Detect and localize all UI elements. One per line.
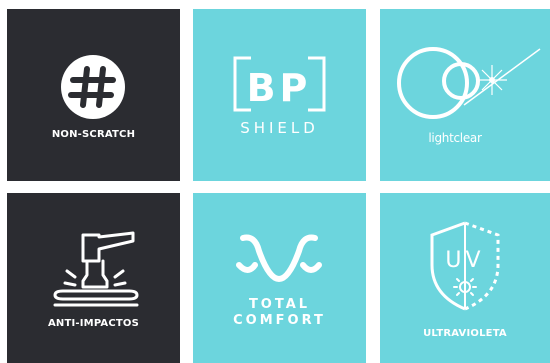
tile-line1: TOTAL xyxy=(248,297,311,312)
tile-anti-impactos: ANTI-IMPACTOS xyxy=(7,193,180,363)
tile-label: NON-SCRATCH xyxy=(51,129,136,140)
tile-line2: COMFORT xyxy=(233,313,326,328)
tile-word: lightclear xyxy=(428,131,482,145)
tile-label: ULTRAVIOLETA xyxy=(423,328,507,339)
flexible-arc-icon xyxy=(236,234,322,283)
svg-text:BP: BP xyxy=(247,66,312,110)
hammer-impact-icon xyxy=(53,231,139,307)
tile-word: SHIELD xyxy=(240,119,319,137)
tile-non-scratch: NON-SCRATCH xyxy=(7,9,180,181)
tile-ultravioleta: UV ULTRAVIOLETA xyxy=(380,193,550,363)
tile-label: ANTI-IMPACTOS xyxy=(47,318,140,329)
bp-shield-logo-icon: BP xyxy=(233,56,326,112)
svg-text:UV: UV xyxy=(445,248,484,273)
hashtag-circle-icon xyxy=(61,55,125,119)
tile-total-comfort: TOTAL COMFORT xyxy=(193,193,366,363)
features-grid: NON-SCRATCH BP SHIELD lightclear ANTI-IM… xyxy=(0,0,550,363)
tile-lightclear: lightclear xyxy=(380,9,550,181)
lightclear-crescent-icon xyxy=(397,47,541,119)
tile-bp-shield: BP SHIELD xyxy=(193,9,366,181)
